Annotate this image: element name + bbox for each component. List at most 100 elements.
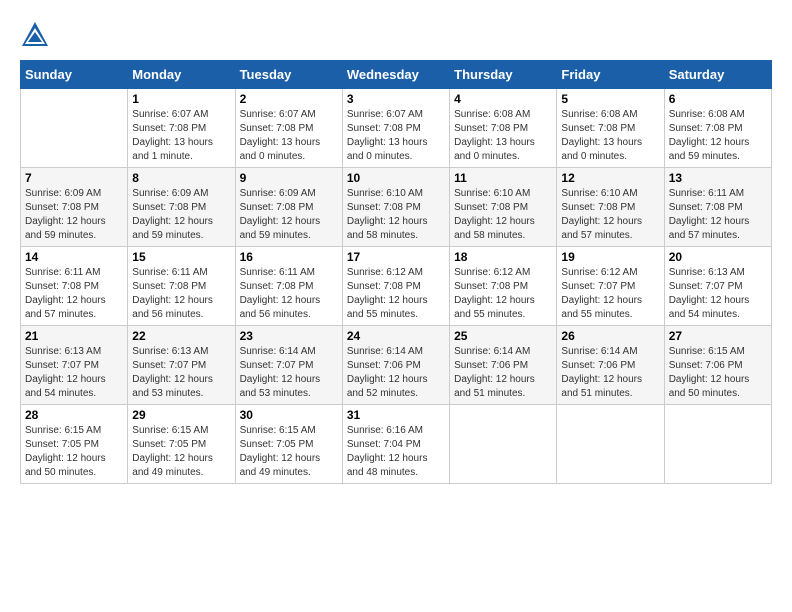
- day-info: Sunrise: 6:08 AM Sunset: 7:08 PM Dayligh…: [561, 108, 659, 164]
- week-row-1: 1 Sunrise: 6:07 AM Sunset: 7:08 PM Daylig…: [21, 89, 772, 168]
- day-cell: 29 Sunrise: 6:15 AM Sunset: 7:05 PM Dayli…: [128, 405, 235, 484]
- weekday-header-saturday: Saturday: [664, 61, 771, 89]
- weekday-header-wednesday: Wednesday: [342, 61, 449, 89]
- day-info: Sunrise: 6:13 AM Sunset: 7:07 PM Dayligh…: [669, 266, 767, 322]
- weekday-header-sunday: Sunday: [21, 61, 128, 89]
- calendar-table: SundayMondayTuesdayWednesdayThursdayFrid…: [20, 60, 772, 484]
- day-number: 23: [240, 329, 338, 343]
- day-info: Sunrise: 6:07 AM Sunset: 7:08 PM Dayligh…: [240, 108, 338, 164]
- day-number: 24: [347, 329, 445, 343]
- day-number: 17: [347, 250, 445, 264]
- day-cell: 4Sunrise: 6:08 AM Sunset: 7:08 PM Daylig…: [450, 89, 557, 168]
- day-cell: 22 Sunrise: 6:13 AM Sunset: 7:07 PM Dayli…: [128, 326, 235, 405]
- day-cell: 9 Sunrise: 6:09 AM Sunset: 7:08 PM Daylig…: [235, 168, 342, 247]
- day-cell: 19 Sunrise: 6:12 AM Sunset: 7:07 PM Dayli…: [557, 247, 664, 326]
- day-info: Sunrise: 6:15 AM Sunset: 7:05 PM Dayligh…: [132, 424, 230, 480]
- day-cell: 20 Sunrise: 6:13 AM Sunset: 7:07 PM Dayli…: [664, 247, 771, 326]
- day-number: 19: [561, 250, 659, 264]
- day-info: Sunrise: 6:15 AM Sunset: 7:06 PM Dayligh…: [669, 345, 767, 401]
- day-number: 9: [240, 171, 338, 185]
- day-cell: 25Sunrise: 6:14 AM Sunset: 7:06 PM Dayli…: [450, 326, 557, 405]
- day-cell: [664, 405, 771, 484]
- day-info: Sunrise: 6:11 AM Sunset: 7:08 PM Dayligh…: [132, 266, 230, 322]
- day-number: 12: [561, 171, 659, 185]
- day-info: Sunrise: 6:14 AM Sunset: 7:07 PM Dayligh…: [240, 345, 338, 401]
- day-number: 1: [132, 92, 230, 106]
- day-info: Sunrise: 6:12 AM Sunset: 7:07 PM Dayligh…: [561, 266, 659, 322]
- day-number: 22: [132, 329, 230, 343]
- day-info: Sunrise: 6:09 AM Sunset: 7:08 PM Dayligh…: [240, 187, 338, 243]
- day-number: 18: [454, 250, 552, 264]
- day-info: Sunrise: 6:16 AM Sunset: 7:04 PM Dayligh…: [347, 424, 445, 480]
- weekday-header-thursday: Thursday: [450, 61, 557, 89]
- weekday-header-friday: Friday: [557, 61, 664, 89]
- day-info: Sunrise: 6:14 AM Sunset: 7:06 PM Dayligh…: [347, 345, 445, 401]
- day-cell: 23 Sunrise: 6:14 AM Sunset: 7:07 PM Dayli…: [235, 326, 342, 405]
- day-number: 8: [132, 171, 230, 185]
- day-info: Sunrise: 6:10 AM Sunset: 7:08 PM Dayligh…: [347, 187, 445, 243]
- day-number: 31: [347, 408, 445, 422]
- day-info: Sunrise: 6:12 AM Sunset: 7:08 PM Dayligh…: [347, 266, 445, 322]
- day-number: 20: [669, 250, 767, 264]
- page-header: [20, 20, 772, 50]
- day-info: Sunrise: 6:10 AM Sunset: 7:08 PM Dayligh…: [454, 187, 552, 243]
- day-cell: 18 Sunrise: 6:12 AM Sunset: 7:08 PM Dayli…: [450, 247, 557, 326]
- day-info: Sunrise: 6:13 AM Sunset: 7:07 PM Dayligh…: [132, 345, 230, 401]
- day-cell: 16Sunrise: 6:11 AM Sunset: 7:08 PM Dayli…: [235, 247, 342, 326]
- day-cell: 28 Sunrise: 6:15 AM Sunset: 7:05 PM Dayli…: [21, 405, 128, 484]
- day-cell: [450, 405, 557, 484]
- day-info: Sunrise: 6:08 AM Sunset: 7:08 PM Dayligh…: [669, 108, 767, 164]
- day-info: Sunrise: 6:11 AM Sunset: 7:08 PM Dayligh…: [240, 266, 338, 322]
- day-info: Sunrise: 6:14 AM Sunset: 7:06 PM Dayligh…: [561, 345, 659, 401]
- day-cell: 8 Sunrise: 6:09 AM Sunset: 7:08 PM Daylig…: [128, 168, 235, 247]
- day-info: Sunrise: 6:12 AM Sunset: 7:08 PM Dayligh…: [454, 266, 552, 322]
- week-row-5: 28 Sunrise: 6:15 AM Sunset: 7:05 PM Dayli…: [21, 405, 772, 484]
- day-number: 14: [25, 250, 123, 264]
- day-cell: 11 Sunrise: 6:10 AM Sunset: 7:08 PM Dayli…: [450, 168, 557, 247]
- day-info: Sunrise: 6:09 AM Sunset: 7:08 PM Dayligh…: [25, 187, 123, 243]
- day-info: Sunrise: 6:15 AM Sunset: 7:05 PM Dayligh…: [25, 424, 123, 480]
- day-cell: 27Sunrise: 6:15 AM Sunset: 7:06 PM Dayli…: [664, 326, 771, 405]
- day-number: 3: [347, 92, 445, 106]
- day-cell: 17 Sunrise: 6:12 AM Sunset: 7:08 PM Dayli…: [342, 247, 449, 326]
- day-info: Sunrise: 6:10 AM Sunset: 7:08 PM Dayligh…: [561, 187, 659, 243]
- day-cell: [21, 89, 128, 168]
- day-cell: 15 Sunrise: 6:11 AM Sunset: 7:08 PM Dayli…: [128, 247, 235, 326]
- logo-icon: [20, 20, 50, 50]
- day-number: 15: [132, 250, 230, 264]
- day-cell: 10 Sunrise: 6:10 AM Sunset: 7:08 PM Dayli…: [342, 168, 449, 247]
- day-cell: 31 Sunrise: 6:16 AM Sunset: 7:04 PM Dayli…: [342, 405, 449, 484]
- day-number: 26: [561, 329, 659, 343]
- day-info: Sunrise: 6:07 AM Sunset: 7:08 PM Dayligh…: [132, 108, 230, 164]
- day-info: Sunrise: 6:09 AM Sunset: 7:08 PM Dayligh…: [132, 187, 230, 243]
- weekday-header-monday: Monday: [128, 61, 235, 89]
- day-number: 7: [25, 171, 123, 185]
- weekday-header-tuesday: Tuesday: [235, 61, 342, 89]
- day-number: 28: [25, 408, 123, 422]
- day-info: Sunrise: 6:11 AM Sunset: 7:08 PM Dayligh…: [25, 266, 123, 322]
- day-number: 4: [454, 92, 552, 106]
- day-cell: 12 Sunrise: 6:10 AM Sunset: 7:08 PM Dayli…: [557, 168, 664, 247]
- day-number: 2: [240, 92, 338, 106]
- week-row-2: 7 Sunrise: 6:09 AM Sunset: 7:08 PM Daylig…: [21, 168, 772, 247]
- day-cell: [557, 405, 664, 484]
- week-row-4: 21Sunrise: 6:13 AM Sunset: 7:07 PM Dayli…: [21, 326, 772, 405]
- day-cell: 30Sunrise: 6:15 AM Sunset: 7:05 PM Dayli…: [235, 405, 342, 484]
- day-number: 30: [240, 408, 338, 422]
- day-cell: 26 Sunrise: 6:14 AM Sunset: 7:06 PM Dayli…: [557, 326, 664, 405]
- weekday-header-row: SundayMondayTuesdayWednesdayThursdayFrid…: [21, 61, 772, 89]
- day-info: Sunrise: 6:07 AM Sunset: 7:08 PM Dayligh…: [347, 108, 445, 164]
- day-info: Sunrise: 6:14 AM Sunset: 7:06 PM Dayligh…: [454, 345, 552, 401]
- day-number: 10: [347, 171, 445, 185]
- day-number: 29: [132, 408, 230, 422]
- day-cell: 2 Sunrise: 6:07 AM Sunset: 7:08 PM Daylig…: [235, 89, 342, 168]
- day-cell: 1 Sunrise: 6:07 AM Sunset: 7:08 PM Daylig…: [128, 89, 235, 168]
- day-cell: 14 Sunrise: 6:11 AM Sunset: 7:08 PM Dayli…: [21, 247, 128, 326]
- day-cell: 7 Sunrise: 6:09 AM Sunset: 7:08 PM Daylig…: [21, 168, 128, 247]
- week-row-3: 14 Sunrise: 6:11 AM Sunset: 7:08 PM Dayli…: [21, 247, 772, 326]
- day-number: 6: [669, 92, 767, 106]
- day-info: Sunrise: 6:13 AM Sunset: 7:07 PM Dayligh…: [25, 345, 123, 401]
- day-cell: 21Sunrise: 6:13 AM Sunset: 7:07 PM Dayli…: [21, 326, 128, 405]
- day-number: 11: [454, 171, 552, 185]
- day-cell: 24 Sunrise: 6:14 AM Sunset: 7:06 PM Dayli…: [342, 326, 449, 405]
